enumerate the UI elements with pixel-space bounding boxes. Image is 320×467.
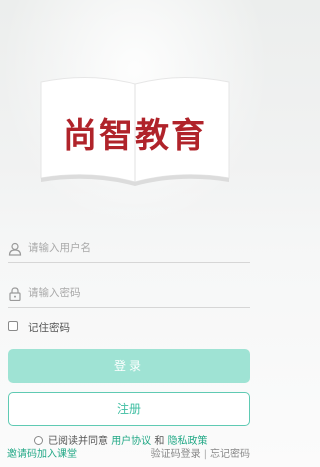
forgot-password-link[interactable]: 忘记密码	[210, 449, 250, 460]
logo-text: 尚智教育	[63, 116, 207, 156]
password-input[interactable]	[28, 283, 248, 303]
agreement-row: 已阅读并同意 用户协议 和 隐私政策	[34, 432, 208, 447]
user-icon	[8, 241, 22, 256]
footer-links: 验证码登录 | 忘记密码	[151, 445, 250, 460]
agree-radio[interactable]	[34, 436, 43, 445]
remember-label: 记住密码	[28, 322, 70, 334]
login-button[interactable]: 登录	[8, 349, 250, 383]
username-field[interactable]	[8, 236, 250, 263]
user-agreement-link[interactable]: 用户协议	[111, 436, 151, 447]
logo-book: 尚智教育	[35, 74, 235, 186]
sms-login-link[interactable]: 验证码登录	[151, 449, 201, 460]
password-field[interactable]	[8, 281, 250, 308]
lock-icon	[8, 286, 22, 302]
username-input[interactable]	[28, 238, 248, 258]
footer-separator: |	[203, 449, 207, 460]
remember-checkbox[interactable]	[8, 321, 18, 331]
register-button[interactable]: 注册	[8, 392, 250, 426]
invite-code-link[interactable]: 邀请码加入课堂	[7, 445, 77, 460]
